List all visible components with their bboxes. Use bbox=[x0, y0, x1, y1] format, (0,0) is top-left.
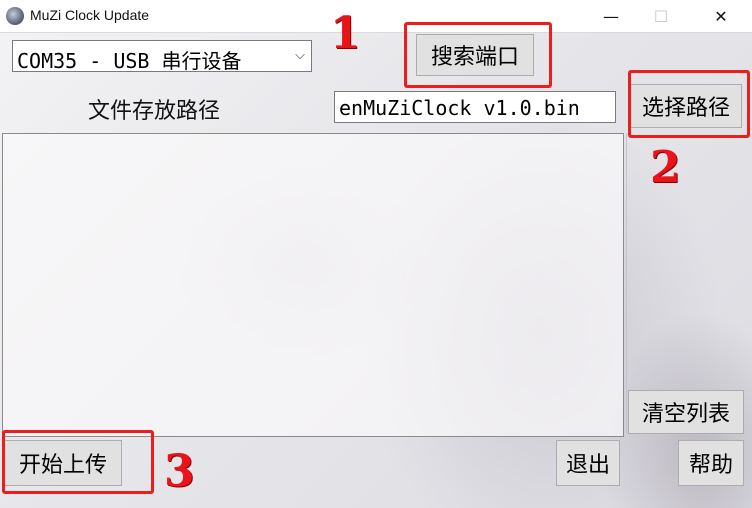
file-path-value: enMuZiClock v1.0.bin bbox=[339, 96, 580, 120]
port-select-value: COM35 - USB 串行设备 bbox=[17, 49, 242, 73]
app-window: MuZi Clock Update — ☐ ✕ COM35 - USB 串行设备… bbox=[0, 0, 752, 508]
app-icon bbox=[6, 7, 24, 25]
title-bar[interactable]: MuZi Clock Update — ☐ ✕ bbox=[0, 0, 752, 33]
file-path-field[interactable]: enMuZiClock v1.0.bin bbox=[334, 91, 616, 123]
help-button[interactable]: 帮助 bbox=[678, 440, 744, 486]
file-path-label: 文件存放路径 bbox=[88, 99, 221, 124]
annotation-number-2: 2 bbox=[650, 142, 681, 193]
log-list[interactable] bbox=[2, 133, 624, 437]
start-upload-button[interactable]: 开始上传 bbox=[4, 440, 122, 486]
side-panel bbox=[626, 133, 751, 433]
port-select[interactable]: COM35 - USB 串行设备 ⌵ bbox=[12, 40, 312, 73]
annotation-number-3: 3 bbox=[164, 446, 195, 497]
clear-list-button[interactable]: 清空列表 bbox=[628, 390, 744, 434]
select-path-button[interactable]: 选择路径 bbox=[630, 84, 742, 128]
maximize-button: ☐ bbox=[653, 6, 669, 26]
minimize-button[interactable]: — bbox=[588, 0, 634, 32]
exit-button[interactable]: 退出 bbox=[556, 440, 620, 486]
close-button[interactable]: ✕ bbox=[698, 0, 744, 32]
annotation-number-1: 1 bbox=[330, 8, 361, 59]
search-port-button[interactable]: 搜索端口 bbox=[416, 34, 534, 76]
chevron-down-icon: ⌵ bbox=[295, 48, 305, 63]
window-title: MuZi Clock Update bbox=[30, 7, 150, 23]
